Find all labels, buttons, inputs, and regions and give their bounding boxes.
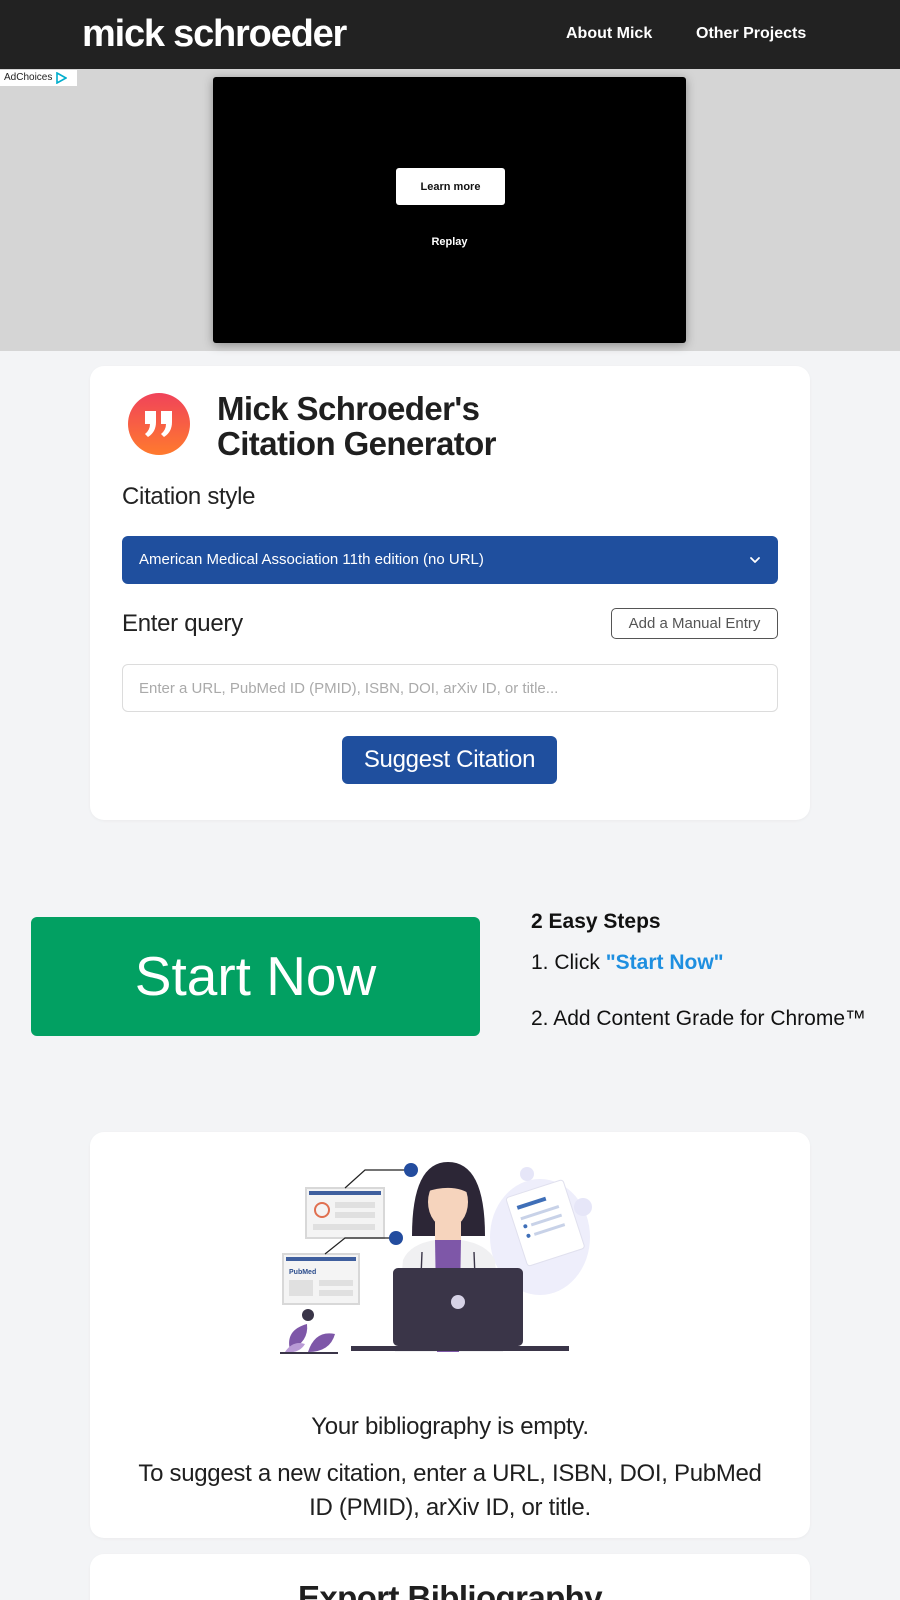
start-now-button[interactable]: Start Now: [31, 917, 480, 1036]
adchoices-icon: [56, 72, 68, 84]
nav-about-mick[interactable]: About Mick: [566, 24, 652, 44]
step-1-start-now-link[interactable]: "Start Now": [606, 951, 724, 974]
bibliography-card: PubMed Your bibliography is empty. To su…: [90, 1132, 810, 1538]
citation-style-value: American Medical Association 11th editio…: [139, 551, 484, 568]
step-2: 2. Add Content Grade for Chrome™: [531, 1007, 867, 1030]
query-input[interactable]: [122, 664, 778, 712]
title-line-2: Citation Generator: [217, 425, 497, 462]
step-1-text: 1. Click: [531, 951, 606, 974]
adchoices-badge[interactable]: AdChoices: [0, 70, 77, 86]
title-line-1: Mick Schroeder's: [217, 390, 480, 427]
chevron-down-icon: [750, 557, 760, 563]
top-navbar: mick schroeder About Mick Other Projects: [0, 0, 900, 69]
enter-query-label: Enter query: [122, 610, 243, 637]
citation-style-select[interactable]: American Medical Association 11th editio…: [122, 536, 778, 584]
adchoices-label: AdChoices: [4, 72, 53, 83]
citation-generator-card: Mick Schroeder's Citation Generator Cita…: [90, 366, 810, 820]
citation-style-label: Citation style: [122, 483, 256, 510]
empty-bibliography-illustration: PubMed: [280, 1162, 592, 1354]
step-1: 1. Click "Start Now": [531, 950, 724, 976]
quote-logo-icon: [128, 393, 190, 455]
pubmed-logo-text: PubMed: [289, 1269, 316, 1276]
nav-other-projects[interactable]: Other Projects: [696, 24, 806, 44]
site-brand[interactable]: mick schroeder: [82, 12, 347, 56]
ad-video-player[interactable]: Learn more Replay: [213, 77, 686, 343]
add-manual-entry-button[interactable]: Add a Manual Entry: [611, 608, 778, 639]
suggest-citation-button[interactable]: Suggest Citation: [342, 736, 557, 784]
ad-replay-button[interactable]: Replay: [213, 236, 686, 248]
bibliography-empty-title: Your bibliography is empty.: [311, 1413, 589, 1440]
export-bibliography-title: Export Bibliography: [298, 1579, 603, 1600]
export-bibliography-card: Export Bibliography: [90, 1554, 810, 1600]
bibliography-empty-hint: To suggest a new citation, enter a URL, …: [138, 1460, 762, 1521]
page-title: Mick Schroeder's Citation Generator: [217, 390, 497, 462]
ad-learn-more-button[interactable]: Learn more: [396, 168, 505, 205]
steps-title: 2 Easy Steps: [531, 910, 661, 933]
